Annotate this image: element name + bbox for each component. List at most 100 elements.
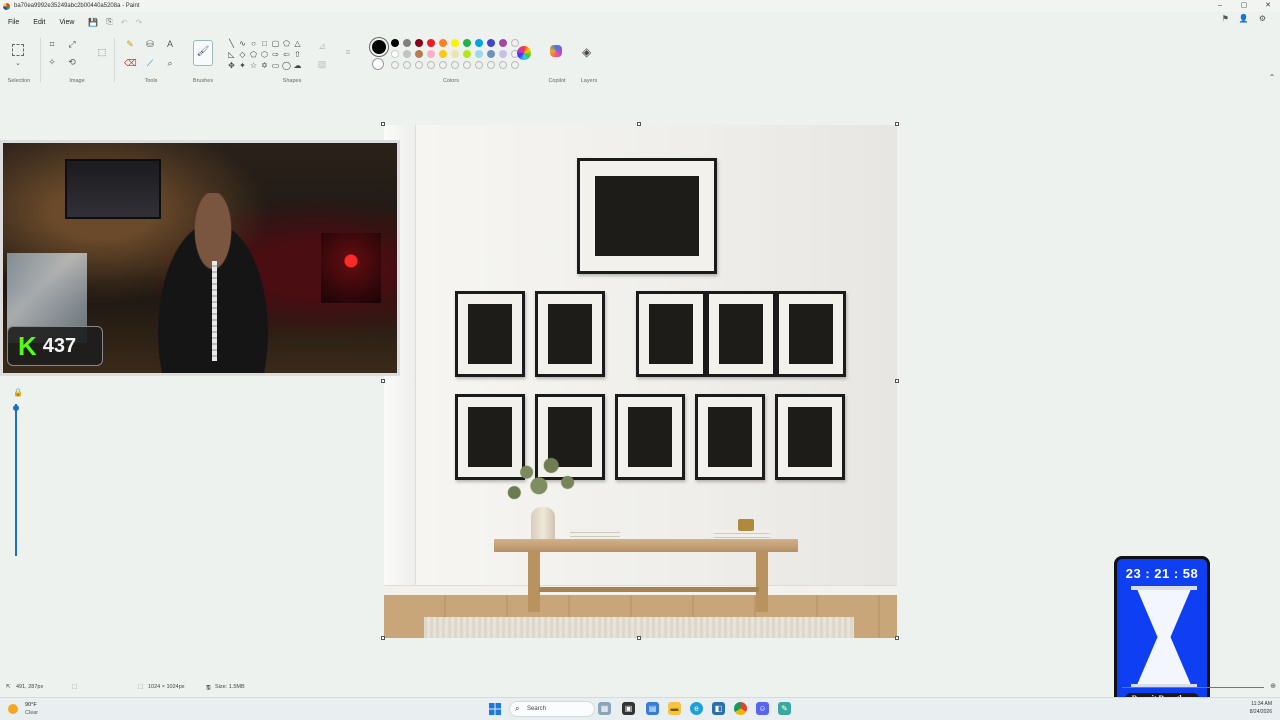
account-icon[interactable]: 👤: [1239, 14, 1249, 23]
pencil-icon[interactable]: ✎: [124, 38, 136, 50]
up-arrow-shape-icon[interactable]: ⇧: [292, 50, 303, 60]
custom-color-slot[interactable]: [511, 61, 519, 69]
oval-shape-icon[interactable]: ○: [248, 39, 259, 49]
oval-callout-shape-icon[interactable]: ◯: [281, 61, 292, 71]
menu-edit[interactable]: Edit: [33, 19, 45, 26]
custom-color-slot[interactable]: [391, 61, 399, 69]
color-swatch[interactable]: [487, 50, 495, 58]
layers-icon[interactable]: ◈: [582, 45, 591, 59]
app-icon[interactable]: ◧: [712, 702, 725, 715]
four-arrow-shape-icon[interactable]: ✥: [226, 61, 237, 71]
maximize-button[interactable]: ▢: [1232, 0, 1256, 12]
crop-icon[interactable]: ⌗: [46, 38, 58, 50]
menu-file[interactable]: File: [8, 19, 19, 26]
windows-start-icon[interactable]: [489, 703, 501, 715]
rectangle-select-icon[interactable]: [12, 44, 24, 56]
color-swatch[interactable]: [487, 39, 495, 47]
discord-icon[interactable]: ☺: [756, 702, 769, 715]
left-arrow-shape-icon[interactable]: ⇦: [281, 50, 292, 60]
hexagon-shape-icon[interactable]: ⬡: [259, 50, 270, 60]
fill-bucket-icon[interactable]: ⛁: [144, 38, 156, 50]
right-triangle-shape-icon[interactable]: ◺: [226, 50, 237, 60]
color-swatch[interactable]: [463, 39, 471, 47]
rectangle-shape-icon[interactable]: □: [259, 39, 270, 49]
custom-color-slot[interactable]: [463, 61, 471, 69]
resize-handle[interactable]: [637, 636, 641, 640]
custom-color-slot[interactable]: [403, 61, 411, 69]
rounded-rectangle-shape-icon[interactable]: ▢: [270, 39, 281, 49]
color-swatch[interactable]: [427, 50, 435, 58]
rotate-icon[interactable]: ⟲: [66, 56, 78, 68]
custom-color-slot[interactable]: [511, 39, 519, 47]
color-swatch[interactable]: [439, 50, 447, 58]
canvas[interactable]: [384, 125, 897, 638]
color-swatch[interactable]: [463, 50, 471, 58]
color-swatch[interactable]: [403, 39, 411, 47]
system-tray[interactable]: 11:34 AM 8/24/2026: [1250, 700, 1272, 716]
menu-view[interactable]: View: [59, 19, 74, 26]
slider-track[interactable]: [15, 404, 17, 556]
resize-handle[interactable]: [381, 379, 385, 383]
minimize-button[interactable]: –: [1208, 0, 1232, 12]
store-icon[interactable]: ▤: [646, 702, 659, 715]
edit-colors-icon[interactable]: [517, 46, 531, 60]
paint-taskbar-icon[interactable]: ✎: [778, 702, 791, 715]
shape-size-icon[interactable]: ≡: [342, 46, 354, 58]
zoom-slider[interactable]: ⊕: [1118, 683, 1278, 690]
color-swatch[interactable]: [451, 50, 459, 58]
curve-shape-icon[interactable]: ∿: [237, 39, 248, 49]
color-swatch[interactable]: [415, 39, 423, 47]
save-icon[interactable]: 💾: [88, 18, 98, 27]
color-swatch[interactable]: [451, 39, 459, 47]
callout-shape-icon[interactable]: ▭: [270, 61, 281, 71]
pentagon-shape-icon[interactable]: ⬠: [248, 50, 259, 60]
close-button[interactable]: ✕: [1256, 0, 1280, 12]
cloud-callout-shape-icon[interactable]: ☁: [292, 61, 303, 71]
right-arrow-shape-icon[interactable]: ⇨: [270, 50, 281, 60]
custom-color-slot[interactable]: [451, 61, 459, 69]
resize-handle[interactable]: [895, 379, 899, 383]
color-swatch[interactable]: [439, 39, 447, 47]
task-view-icon[interactable]: ▣: [622, 702, 635, 715]
custom-color-slot[interactable]: [499, 61, 507, 69]
widgets-icon[interactable]: ▦: [598, 702, 611, 715]
resize-handle[interactable]: [381, 636, 385, 640]
polygon-shape-icon[interactable]: ⬠: [281, 39, 292, 49]
color-swatch[interactable]: [499, 50, 507, 58]
zoom-track[interactable]: [1122, 687, 1264, 688]
five-point-star-shape-icon[interactable]: ☆: [248, 61, 259, 71]
chrome-icon[interactable]: [734, 702, 747, 715]
magnifier-icon[interactable]: ⌕: [164, 57, 176, 69]
copilot-icon[interactable]: [550, 45, 562, 57]
vertical-slider[interactable]: 🔒: [13, 388, 23, 560]
secondary-color-swatch[interactable]: [372, 58, 384, 70]
resize-handle[interactable]: [637, 122, 641, 126]
fill-icon[interactable]: ▨: [316, 58, 328, 70]
four-point-star-shape-icon[interactable]: ✦: [237, 61, 248, 71]
resize-handle[interactable]: [895, 636, 899, 640]
six-point-star-shape-icon[interactable]: ✡: [259, 61, 270, 71]
zoom-in-icon[interactable]: ⊕: [1270, 682, 1276, 690]
diamond-shape-icon[interactable]: ◇: [237, 50, 248, 60]
collapse-ribbon-icon[interactable]: ⌃: [1266, 72, 1278, 84]
resize-handle[interactable]: [381, 122, 385, 126]
color-swatch[interactable]: [475, 39, 483, 47]
share-icon[interactable]: ⎘: [106, 17, 112, 27]
image-generator-icon[interactable]: ✧: [46, 56, 58, 68]
slider-thumb[interactable]: [13, 405, 19, 411]
feedback-icon[interactable]: ⚑: [1222, 14, 1229, 23]
file-explorer-icon[interactable]: ▬: [668, 702, 681, 715]
chevron-down-icon[interactable]: ⌄: [12, 58, 24, 70]
resize-handle[interactable]: [895, 122, 899, 126]
outline-icon[interactable]: ⊿: [316, 40, 328, 52]
color-swatch[interactable]: [499, 39, 507, 47]
color-swatch[interactable]: [427, 39, 435, 47]
triangle-shape-icon[interactable]: △: [292, 39, 303, 49]
color-swatch[interactable]: [403, 50, 411, 58]
color-swatch[interactable]: [391, 50, 399, 58]
brush-icon[interactable]: 🖌: [193, 40, 213, 66]
custom-color-slot[interactable]: [427, 61, 435, 69]
undo-icon[interactable]: ↶: [121, 18, 128, 27]
resize-icon[interactable]: ⤢: [66, 38, 78, 50]
custom-color-slot[interactable]: [415, 61, 423, 69]
